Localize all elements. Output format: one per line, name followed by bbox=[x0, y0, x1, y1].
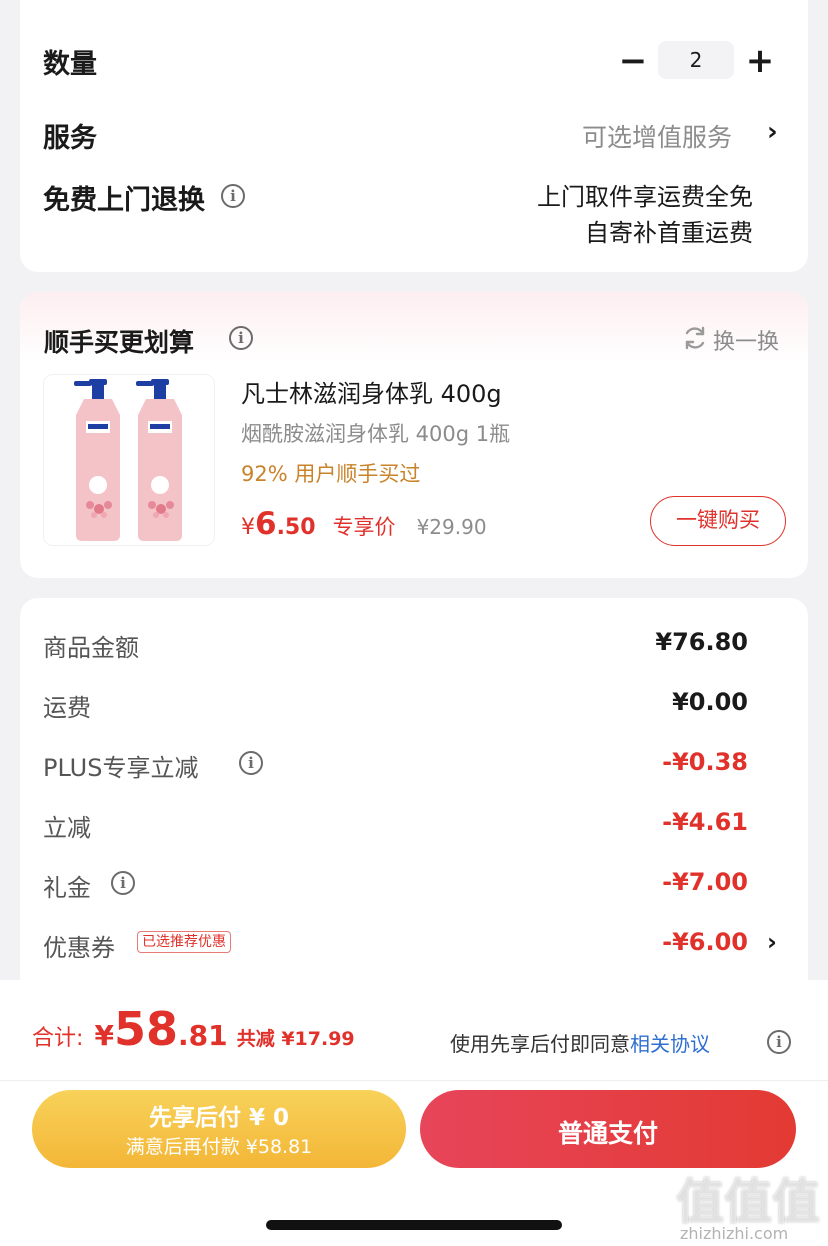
fee-label-coupon: 优惠券 bbox=[43, 934, 115, 962]
addon-title: 顺手买更划算 bbox=[44, 328, 195, 357]
quantity-input[interactable]: 2 bbox=[658, 41, 734, 79]
normal-pay-button[interactable]: 普通支付 bbox=[420, 1090, 796, 1168]
one-click-buy-button[interactable]: 一键购买 bbox=[650, 496, 786, 546]
price-currency: ¥ bbox=[241, 515, 255, 540]
pay-later-button[interactable]: 先享后付 ¥ 0 满意后再付款 ¥58.81 bbox=[32, 1090, 406, 1168]
quantity-increase-button[interactable]: + bbox=[743, 44, 777, 78]
product-name[interactable]: 凡士林滋润身体乳 400g bbox=[241, 374, 502, 409]
watermark-url: zhizhizhi.com bbox=[680, 1224, 789, 1243]
pay-later-subtitle: 满意后再付款 ¥58.81 bbox=[125, 1136, 313, 1158]
total-summary: 合计: ¥58.81 共减 ¥17.99 bbox=[32, 1002, 355, 1056]
agreement-link[interactable]: 相关协议 bbox=[630, 1032, 710, 1056]
checkout-bar: 合计: ¥58.81 共减 ¥17.99 使用先享后付即同意相关协议 i 先享后… bbox=[0, 980, 828, 1246]
bottom-divider bbox=[0, 1080, 828, 1081]
addon-card: 顺手买更划算 i 换一换 凡士林滋润身体乳 400g 烟酰胺滋润身体乳 400g… bbox=[20, 292, 808, 578]
service-value[interactable]: 可选增值服务 bbox=[582, 118, 732, 154]
total-label: 合计: bbox=[32, 1026, 84, 1051]
free-return-note-line2: 自寄补首重运费 bbox=[585, 219, 753, 247]
gift-money-info-icon[interactable]: i bbox=[111, 871, 135, 895]
service-chevron-icon[interactable]: › bbox=[767, 117, 778, 147]
total-integer: 58 bbox=[114, 1002, 179, 1056]
fee-label-shipping: 运费 bbox=[43, 694, 91, 722]
agreement-prefix: 使用先享后付即同意 bbox=[450, 1032, 630, 1056]
fee-label-plus-discount: PLUS专享立减 bbox=[43, 754, 199, 782]
options-card: 数量 − 2 + 服务 可选增值服务 › 免费上门退换 i 上门取件享运费全免 … bbox=[20, 0, 808, 272]
free-return-label: 免费上门退换 bbox=[43, 185, 205, 216]
plus-discount-info-icon[interactable]: i bbox=[239, 751, 263, 775]
total-saved: 共减 ¥17.99 bbox=[236, 1028, 355, 1050]
original-price: ¥29.90 bbox=[416, 515, 487, 539]
quantity-decrease-button[interactable]: − bbox=[616, 44, 650, 78]
fee-value-shipping: ¥0.00 bbox=[672, 688, 748, 716]
product-purchase-stat: 92% 用户顺手买过 bbox=[241, 462, 421, 486]
free-return-note-line1: 上门取件享运费全免 bbox=[537, 183, 753, 211]
fee-label-goods: 商品金额 bbox=[43, 634, 139, 662]
pay-later-title: 先享后付 ¥ 0 bbox=[148, 1105, 290, 1131]
coupon-chevron-icon[interactable]: › bbox=[767, 928, 777, 956]
watermark-logo: 值值值 bbox=[676, 1174, 821, 1230]
fee-label-gift-money: 礼金 bbox=[43, 874, 91, 902]
product-image[interactable] bbox=[43, 374, 215, 546]
agreement-text: 使用先享后付即同意相关协议 bbox=[450, 1028, 710, 1057]
price-integer: 6 bbox=[255, 506, 277, 542]
agreement-info-icon[interactable]: i bbox=[767, 1030, 791, 1054]
price-decimal: .50 bbox=[276, 515, 316, 540]
home-indicator bbox=[266, 1220, 562, 1230]
refresh-icon[interactable] bbox=[681, 324, 709, 352]
free-return-info-icon[interactable]: i bbox=[221, 184, 245, 208]
total-currency: ¥ bbox=[94, 1019, 114, 1052]
fee-value-plus-discount: -¥0.38 bbox=[662, 748, 748, 776]
addon-info-icon[interactable]: i bbox=[229, 326, 253, 350]
fee-breakdown-card: 商品金额 ¥76.80 运费 ¥0.00 PLUS专享立减 i -¥0.38 立… bbox=[20, 598, 808, 1018]
fee-value-instant-discount: -¥4.61 bbox=[662, 808, 748, 836]
product-description: 烟酰胺滋润身体乳 400g 1瓶 bbox=[241, 422, 511, 446]
fee-value-gift-money: -¥7.00 bbox=[662, 868, 748, 896]
fee-label-instant-discount: 立减 bbox=[43, 814, 91, 842]
coupon-recommended-tag: 已选推荐优惠 bbox=[137, 931, 231, 953]
service-label: 服务 bbox=[43, 123, 97, 154]
normal-pay-label: 普通支付 bbox=[557, 1119, 658, 1148]
product-price: ¥6.50 专享价 ¥29.90 bbox=[241, 506, 487, 542]
price-tag: 专享价 bbox=[332, 515, 396, 539]
fee-value-coupon[interactable]: -¥6.00 bbox=[662, 928, 748, 956]
total-decimal: .81 bbox=[178, 1019, 228, 1052]
swap-button[interactable]: 换一换 bbox=[713, 324, 779, 356]
quantity-label: 数量 bbox=[43, 49, 97, 80]
fee-value-goods: ¥76.80 bbox=[655, 628, 748, 656]
